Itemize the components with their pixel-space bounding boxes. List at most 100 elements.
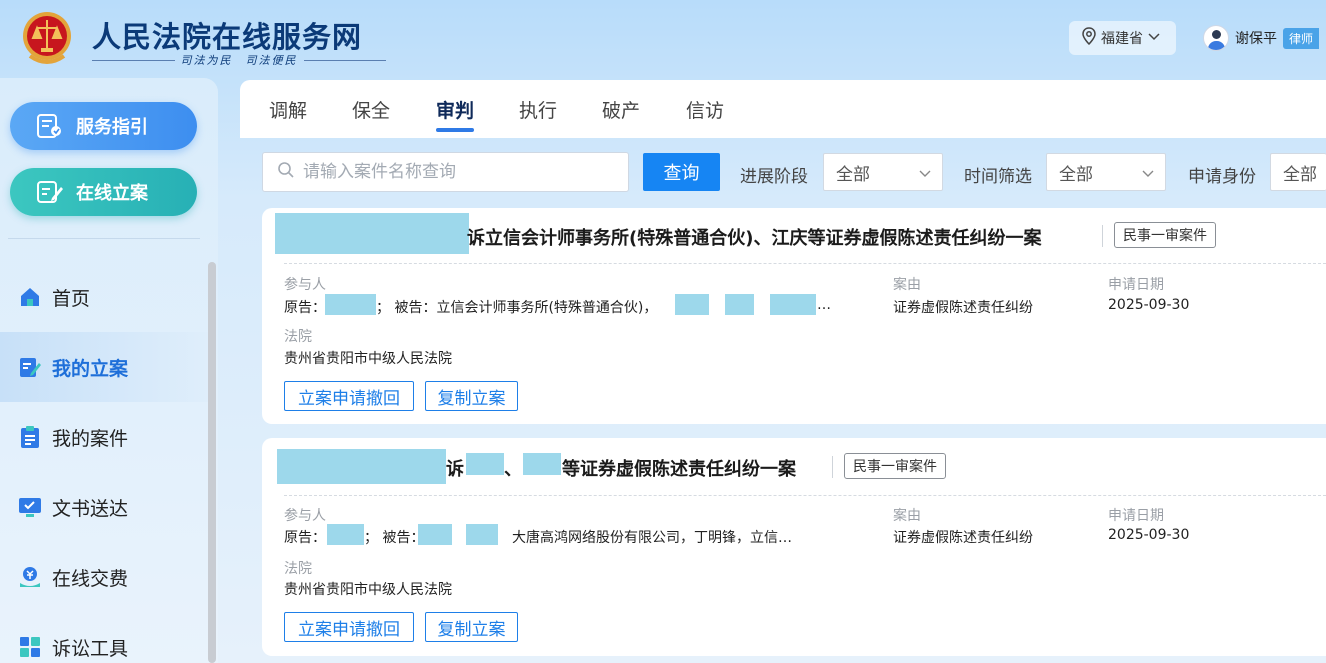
tools-icon — [18, 635, 42, 659]
clipboard-icon — [18, 425, 42, 449]
cause-value: 证券虚假陈述责任纠纷 — [893, 300, 1033, 316]
copy-filing-button[interactable]: 复制立案 — [425, 381, 518, 411]
withdraw-filing-button[interactable]: 立案申请撤回 — [284, 381, 414, 411]
query-button[interactable]: 查询 — [643, 153, 720, 191]
service-guide-button[interactable]: 服务指引 — [10, 102, 197, 150]
date-value: 2025-09-30 — [1108, 297, 1190, 313]
site-title: 人民法院在线服务网 — [92, 20, 363, 54]
redacted-block — [418, 524, 452, 545]
active-tab-indicator — [436, 128, 474, 132]
payment-icon — [18, 565, 42, 589]
redacted-block — [725, 294, 754, 315]
sidebar-item-label: 在线交费 — [52, 567, 129, 590]
case-title-part[interactable]: 诉 — [446, 455, 464, 481]
guide-icon — [36, 113, 64, 139]
sidebar-item-document-delivery[interactable]: 文书送达 — [0, 472, 208, 542]
avatar — [1203, 25, 1229, 51]
sidebar-item-online-payment[interactable]: 在线交费 — [0, 542, 208, 612]
tag-separator — [1102, 225, 1103, 247]
region-label: 福建省 — [1101, 31, 1143, 47]
defendant-label: ； 被告： — [364, 530, 425, 546]
copy-filing-button[interactable]: 复制立案 — [425, 612, 518, 642]
court-emblem-logo[interactable] — [20, 8, 74, 68]
stage-select[interactable]: 全部 — [823, 153, 943, 191]
online-filing-label: 在线立案 — [76, 183, 148, 204]
sidebar-item-label: 文书送达 — [52, 497, 129, 520]
case-type-tabs: 调解 保全 审判 执行 破产 信访 — [240, 80, 1326, 138]
dashed-divider — [284, 263, 1326, 264]
tab-preservation[interactable]: 保全 — [352, 96, 390, 123]
edit-icon — [18, 355, 42, 379]
location-pin-icon — [1081, 27, 1097, 49]
sidebar-item-my-filings[interactable]: 我的立案 — [0, 332, 208, 402]
tab-mediation[interactable]: 调解 — [269, 96, 307, 123]
sidebar-item-label: 诉讼工具 — [52, 637, 129, 660]
chevron-down-icon — [918, 165, 932, 185]
redacted-block — [277, 449, 446, 484]
search-input[interactable] — [303, 162, 603, 182]
redacted-block — [275, 213, 469, 254]
court-label: 法院 — [284, 329, 312, 345]
time-select-value: 全部 — [1059, 164, 1093, 185]
file-edit-icon — [36, 179, 64, 205]
sidebar-scrollbar[interactable] — [208, 262, 216, 663]
case-type-tag: 民事一审案件 — [844, 453, 946, 479]
withdraw-filing-button[interactable]: 立案申请撤回 — [284, 612, 414, 642]
monitor-icon — [18, 495, 42, 519]
redacted-block — [327, 524, 364, 545]
sidebar-item-label: 我的立案 — [52, 357, 129, 380]
dashed-divider — [284, 495, 1326, 496]
case-card: 诉 、 等证券虚假陈述责任纠纷一案 民事一审案件 参与人 原告： ； 被告： 大… — [262, 438, 1326, 656]
stage-select-value: 全部 — [836, 164, 870, 185]
redacted-block — [325, 294, 376, 315]
date-label: 申请日期 — [1108, 508, 1164, 524]
service-guide-label: 服务指引 — [76, 117, 148, 138]
time-filter-label: 时间筛选 — [964, 167, 1032, 187]
stage-filter-label: 进展阶段 — [740, 167, 808, 187]
redacted-block — [770, 294, 816, 315]
tab-trial[interactable]: 审判 — [436, 96, 474, 123]
sidebar: 服务指引 在线立案 首页 我的立案 我的案件 文书送达 在线交费 诉讼工具 — [0, 78, 218, 663]
redacted-block — [466, 453, 504, 475]
identity-select-value: 全部 — [1283, 164, 1317, 185]
tag-separator — [832, 456, 833, 478]
plaintiff-label: 原告： — [284, 530, 326, 546]
date-label: 申请日期 — [1108, 277, 1164, 293]
role-badge: 律师 — [1283, 27, 1320, 49]
participants-label: 参与人 — [284, 277, 326, 293]
region-selector[interactable]: 福建省 — [1069, 21, 1176, 55]
search-icon — [277, 161, 295, 183]
home-icon — [18, 285, 42, 309]
site-slogan: 司法为民 司法便民 — [92, 52, 386, 68]
defendant-text: ； 被告：立信会计师事务所(特殊普通合伙)， — [376, 300, 658, 316]
participants-ellipsis: … — [817, 297, 831, 313]
sidebar-item-home[interactable]: 首页 — [0, 262, 208, 332]
plaintiff-label: 原告： — [284, 300, 326, 316]
tab-bankruptcy[interactable]: 破产 — [602, 96, 640, 123]
tab-petition[interactable]: 信访 — [686, 96, 724, 123]
court-value: 贵州省贵阳市中级人民法院 — [284, 582, 452, 598]
cause-value: 证券虚假陈述责任纠纷 — [893, 530, 1033, 546]
slogan-text: 司法为民 司法便民 — [180, 54, 298, 67]
case-title-part[interactable]: 等证券虚假陈述责任纠纷一案 — [562, 455, 796, 481]
case-title[interactable]: 诉立信会计师事务所(特殊普通合伙)、江庆等证券虚假陈述责任纠纷一案 — [467, 224, 1041, 250]
identity-filter-label: 申请身份 — [1188, 167, 1256, 187]
case-title-part[interactable]: 、 — [504, 455, 522, 481]
chevron-down-icon — [1141, 165, 1155, 185]
sidebar-item-label: 我的案件 — [52, 427, 129, 450]
court-label: 法院 — [284, 561, 312, 577]
tab-enforcement[interactable]: 执行 — [519, 96, 557, 123]
online-filing-button[interactable]: 在线立案 — [10, 168, 197, 216]
identity-select[interactable]: 全部 — [1270, 153, 1326, 191]
case-card: 诉立信会计师事务所(特殊普通合伙)、江庆等证券虚假陈述责任纠纷一案 民事一审案件… — [262, 208, 1326, 424]
redacted-block — [523, 453, 561, 475]
main-content: 调解 保全 审判 执行 破产 信访 查询 进展阶段 全部 时间筛选 全部 申请身… — [240, 80, 1326, 663]
sidebar-item-litigation-tools[interactable]: 诉讼工具 — [0, 612, 208, 663]
time-select[interactable]: 全部 — [1046, 153, 1166, 191]
search-box[interactable] — [262, 152, 629, 192]
participants-label: 参与人 — [284, 508, 326, 524]
sidebar-item-my-cases[interactable]: 我的案件 — [0, 402, 208, 472]
redacted-block — [675, 294, 709, 315]
cause-label: 案由 — [893, 508, 921, 524]
user-profile[interactable]: 谢保平 律师 — [1203, 25, 1320, 51]
